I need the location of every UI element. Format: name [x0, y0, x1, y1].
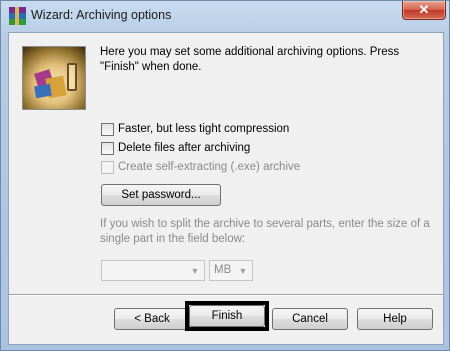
sfx-archive-option: Create self-extracting (.exe) archive [101, 159, 300, 175]
split-instructions: If you wish to split the archive to seve… [100, 218, 430, 245]
faster-compression-label: Faster, but less tight compression [118, 123, 290, 135]
wizard-books-icon [22, 46, 86, 110]
split-unit-value: MB [214, 264, 232, 276]
winrar-app-icon [9, 7, 26, 25]
split-unit-combo: MB ▼ [209, 260, 253, 281]
delete-files-label: Delete files after archiving [118, 142, 251, 154]
chevron-down-icon: ▼ [190, 266, 200, 276]
close-icon[interactable]: ✕ [402, 1, 446, 20]
back-button[interactable]: < Back [114, 308, 190, 330]
delete-files-checkbox[interactable] [101, 141, 114, 155]
split-size-combo: ▼ [101, 260, 205, 281]
button-separator [9, 294, 443, 296]
chevron-down-icon: ▼ [238, 266, 248, 276]
intro-text: Here you may set some additional archivi… [100, 46, 400, 73]
wizard-window: Wizard: Archiving options ✕ Here you may… [0, 0, 450, 351]
finish-button[interactable]: Finish [189, 305, 265, 327]
title-bar: Wizard: Archiving options ✕ [1, 1, 449, 31]
sfx-archive-label: Create self-extracting (.exe) archive [118, 161, 301, 173]
set-password-button[interactable]: Set password... [101, 184, 221, 206]
help-button[interactable]: Help [357, 308, 433, 330]
wizard-panel: Here you may set some additional archivi… [8, 32, 444, 345]
sfx-archive-checkbox [101, 160, 114, 174]
cancel-button[interactable]: Cancel [272, 308, 348, 330]
faster-compression-option[interactable]: Faster, but less tight compression [101, 121, 289, 137]
window-title: Wizard: Archiving options [31, 8, 172, 22]
faster-compression-checkbox[interactable] [101, 122, 114, 136]
delete-files-option[interactable]: Delete files after archiving [101, 140, 250, 156]
